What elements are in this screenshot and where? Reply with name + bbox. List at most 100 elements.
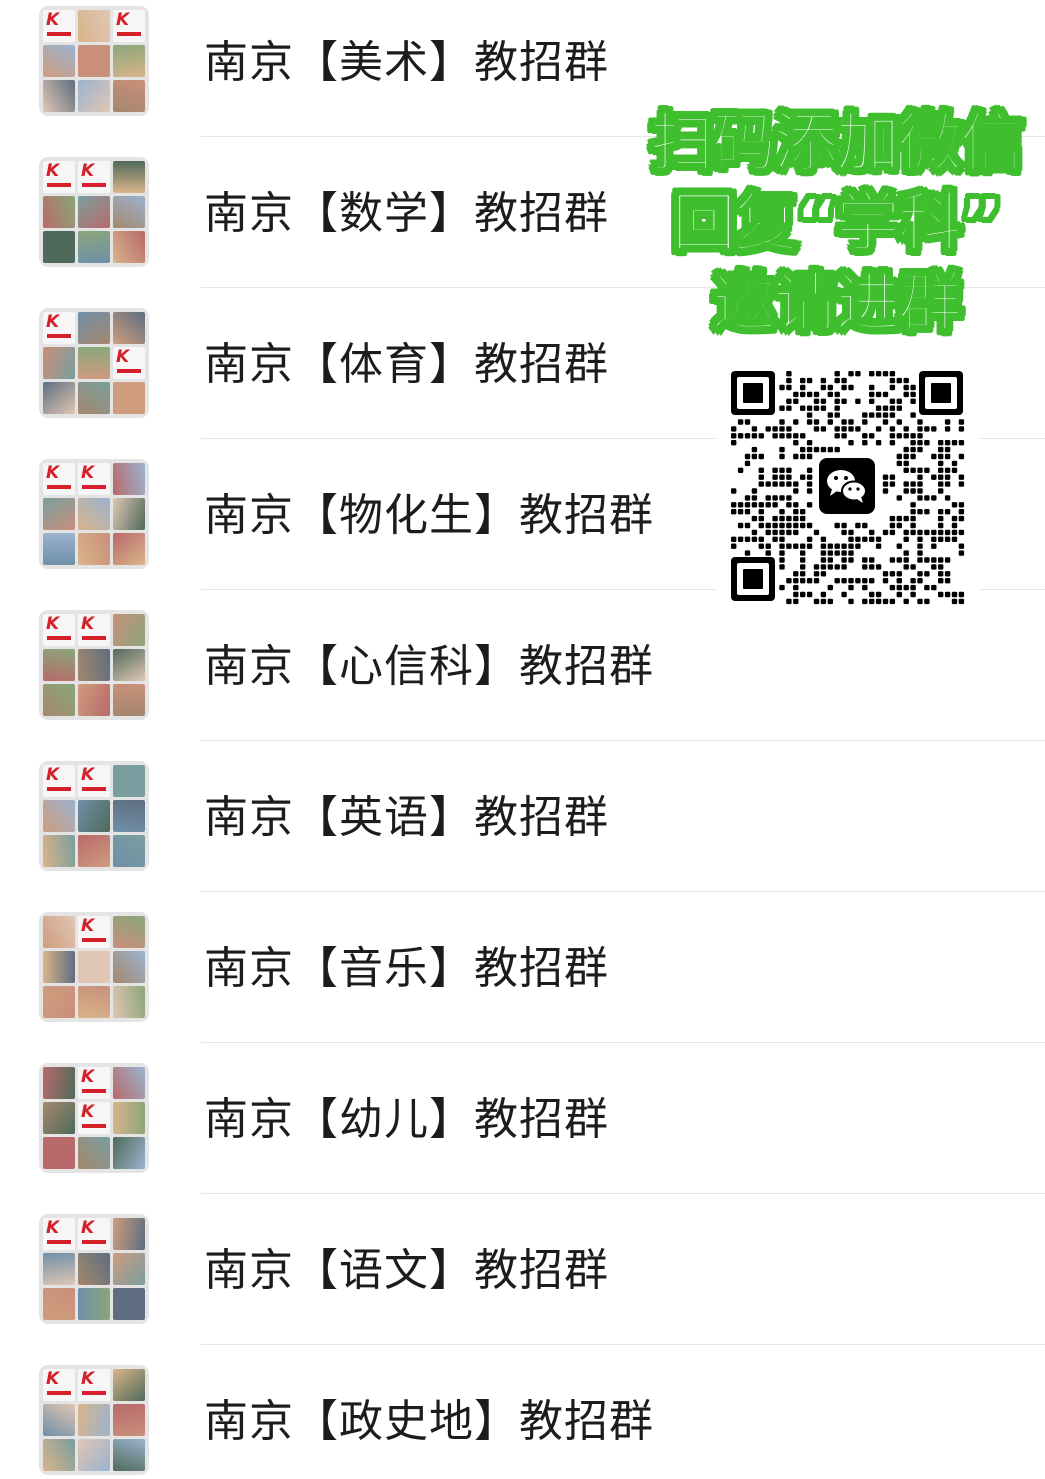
qr-module [841,377,847,384]
qr-module [744,433,751,439]
member-avatar [113,649,145,681]
member-avatar [113,312,145,344]
promo-line-scan: 扫码添加微信 [649,106,1025,182]
qr-module [910,522,916,529]
qr-module [869,578,875,584]
chat-item-english[interactable]: 南京【英语】教招群 [0,755,1045,906]
chat-item-title: 南京【幼儿】教招群 [204,1094,609,1145]
qr-module [910,591,916,598]
qr-module [896,522,902,529]
qr-module [806,578,813,584]
chat-item-chinese[interactable]: 南京【语文】教招群 [0,1208,1045,1359]
member-avatar [78,382,110,414]
qr-module [944,557,951,563]
brand-logo-icon [78,916,110,948]
qr-module [765,522,771,529]
member-avatar [43,684,75,716]
qr-module [875,391,882,398]
qr-module [917,446,923,453]
qr-module [903,536,909,542]
member-avatar [78,1137,110,1169]
member-avatar [78,951,110,983]
qr-module [786,474,792,480]
qr-module [896,591,902,598]
qr-module [924,509,930,515]
qr-module [834,377,840,384]
qr-module [765,550,771,556]
qr-module [958,509,965,515]
qr-module [737,502,744,508]
qr-module [786,371,792,377]
qr-module [862,557,868,563]
qr-module [772,536,778,542]
qr-module [875,598,882,605]
qr-module [744,453,751,460]
qr-module [910,446,916,453]
qr-module [751,495,758,501]
qr-module [903,598,909,605]
qr-module [862,578,868,584]
qr-module [758,474,764,480]
qr-module [793,529,799,536]
qr-module [917,426,923,432]
qr-module [800,405,806,411]
qr-module [731,536,737,542]
member-avatar [43,498,75,530]
qr-module [793,481,799,487]
qr-module [793,440,799,446]
qr-module [862,564,868,570]
qr-module [765,481,771,487]
qr-module [931,584,937,591]
member-avatar [43,1253,75,1285]
chat-item-music[interactable]: 南京【音乐】教招群 [0,906,1045,1057]
group-avatar [39,610,149,720]
qr-module [951,515,958,522]
qr-module [855,371,861,377]
qr-module [944,495,951,501]
qr-module [765,426,771,432]
qr-module [848,384,854,391]
chat-item-politics-history-geography[interactable]: 南京【政史地】教招群 [0,1359,1045,1479]
brand-logo-icon [78,1369,110,1401]
qr-module [772,502,778,508]
qr-module [779,536,785,542]
chat-item-title: 南京【物化生】教招群 [204,490,654,541]
member-avatar [78,1253,110,1285]
qr-module [800,384,806,391]
chat-item-title: 南京【数学】教招群 [204,188,609,239]
qr-module [889,371,896,377]
qr-module [944,467,951,473]
qr-module [751,536,758,542]
qr-module [896,515,902,522]
qr-module [820,550,827,556]
qr-module [869,557,875,563]
qr-module [806,446,813,453]
qr-module [827,446,833,453]
member-avatar [113,1137,145,1169]
qr-module [800,453,806,460]
member-avatar [43,1067,75,1099]
qr-module [924,495,930,501]
qr-module [924,440,930,446]
qr-module [786,578,792,584]
qr-module [820,377,827,384]
qr-module [889,398,896,404]
wechat-qr-code[interactable] [717,357,979,611]
brand-logo-icon [78,614,110,646]
qr-module [862,584,868,591]
qr-module [765,529,771,536]
qr-module [772,467,778,473]
member-avatar [43,231,75,263]
qr-module [958,515,965,522]
qr-module [889,426,896,432]
chat-item-psychology-it-science[interactable]: 南京【心信科】教招群 [0,604,1045,755]
member-avatar [78,312,110,344]
member-avatar [113,765,145,797]
chat-item-preschool[interactable]: 南京【幼儿】教招群 [0,1057,1045,1208]
qr-module [806,502,813,508]
qr-module [931,453,937,460]
qr-module [779,495,785,501]
divider [201,1193,1045,1194]
qr-module [806,453,813,460]
qr-module [827,598,833,605]
